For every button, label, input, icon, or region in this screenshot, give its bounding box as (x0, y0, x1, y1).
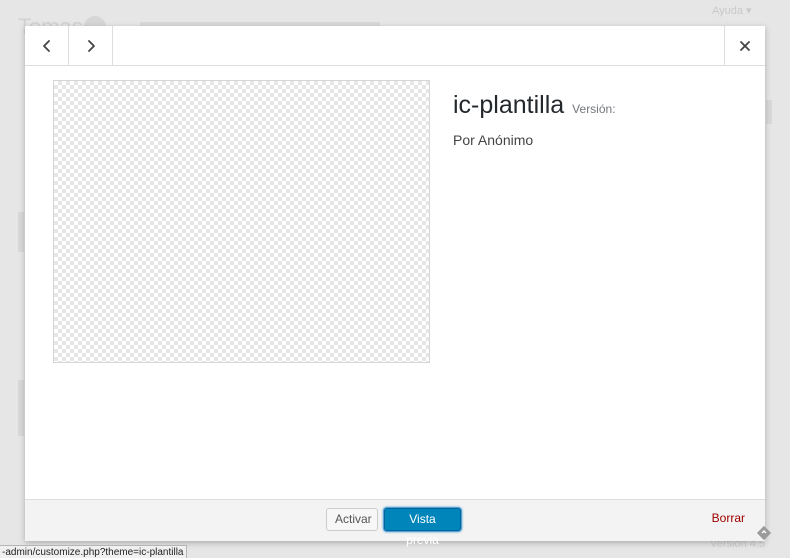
modal-header (25, 26, 765, 66)
theme-info: ic-plantilla Versión: Por Anónimo (453, 88, 743, 148)
theme-name-row: ic-plantilla Versión: (453, 88, 743, 122)
background-help-tab: Ayuda ▾ (712, 5, 752, 17)
background-theme-card-edge (766, 100, 772, 124)
chevron-left-icon (42, 39, 50, 52)
status-bar-url: -admin/customize.php?theme=ic-plantilla (0, 545, 188, 558)
previous-theme-button[interactable] (25, 26, 69, 65)
close-modal-button[interactable] (724, 26, 765, 65)
background-theme-card-edge (18, 212, 24, 252)
modal-footer: Activar Vista previa Borrar (25, 499, 765, 547)
theme-version: Versión: (572, 102, 616, 116)
theme-name: ic-plantilla (453, 91, 565, 119)
close-icon (740, 40, 750, 51)
diamond-arrow-icon (756, 525, 772, 541)
delete-theme-link[interactable]: Borrar (712, 511, 745, 525)
theme-author: Por Anónimo (453, 132, 534, 148)
theme-screenshot (53, 80, 430, 363)
theme-details-modal: ic-plantilla Versión: Por Anónimo Activa… (25, 26, 765, 547)
activate-button[interactable]: Activar (326, 508, 378, 531)
chevron-right-icon (87, 39, 95, 52)
background-theme-card-edge (18, 380, 24, 436)
next-theme-button[interactable] (69, 26, 113, 65)
live-preview-button[interactable]: Vista previa (384, 508, 461, 547)
